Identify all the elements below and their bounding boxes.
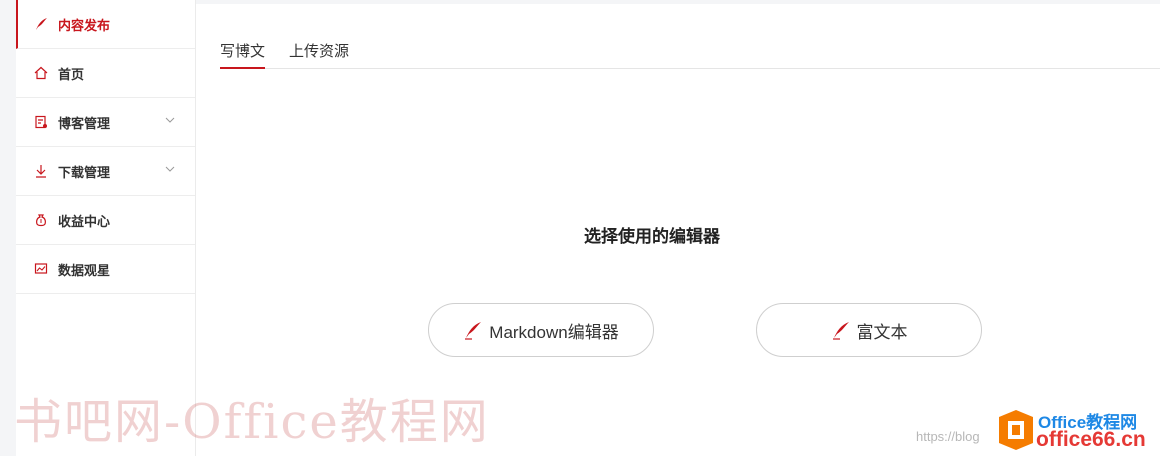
sidebar-item-label: 收益中心: [58, 213, 111, 229]
sidebar-item-download-manage[interactable]: 下载管理: [16, 147, 195, 196]
rich-text-editor-button[interactable]: 富文本: [756, 303, 982, 357]
office-logo-icon: [999, 410, 1033, 450]
site-watermark: 书吧网-Office教程网: [14, 394, 490, 450]
quill-icon: [34, 17, 48, 31]
quill-icon: [831, 320, 851, 340]
sidebar-item-label: 博客管理: [58, 115, 111, 131]
markdown-editor-button[interactable]: Markdown编辑器: [428, 303, 654, 357]
page-title: 选择使用的编辑器: [584, 227, 720, 246]
download-icon: [34, 164, 48, 178]
sidebar-item-label: 首页: [58, 66, 85, 82]
sidebar-item-label: 内容发布: [58, 17, 111, 33]
home-icon: [34, 66, 48, 80]
tab-write-blog[interactable]: 写博文: [220, 32, 266, 69]
blog-icon: [34, 115, 48, 129]
chevron-down-icon[interactable]: [165, 164, 175, 174]
url-watermark: https://blog: [916, 429, 980, 444]
quill-icon: [463, 320, 483, 340]
markdown-editor-label: Markdown编辑器: [489, 322, 619, 342]
logo-text-bottom: office66.cn: [1036, 428, 1146, 451]
chevron-down-icon[interactable]: [165, 115, 175, 125]
sidebar-item-blog-manage[interactable]: 博客管理: [16, 98, 195, 147]
sidebar-item-home[interactable]: 首页: [16, 49, 195, 98]
chart-icon: [34, 262, 48, 276]
sidebar-item-revenue-center[interactable]: 收益中心: [16, 196, 195, 245]
sidebar-item-data-insight[interactable]: 数据观星: [16, 245, 195, 294]
tab-upload-resource[interactable]: 上传资源: [289, 32, 349, 68]
money-bag-icon: [34, 213, 48, 227]
office-logo-watermark: Office教程网 office66.cn: [994, 402, 1160, 456]
rich-text-editor-label: 富文本: [856, 322, 908, 342]
sidebar-item-content-publish[interactable]: 内容发布: [16, 0, 195, 49]
sidebar-item-label: 下载管理: [58, 164, 111, 180]
sidebar-item-label: 数据观星: [58, 262, 111, 278]
tab-bar: 写博文 上传资源: [220, 32, 1160, 69]
